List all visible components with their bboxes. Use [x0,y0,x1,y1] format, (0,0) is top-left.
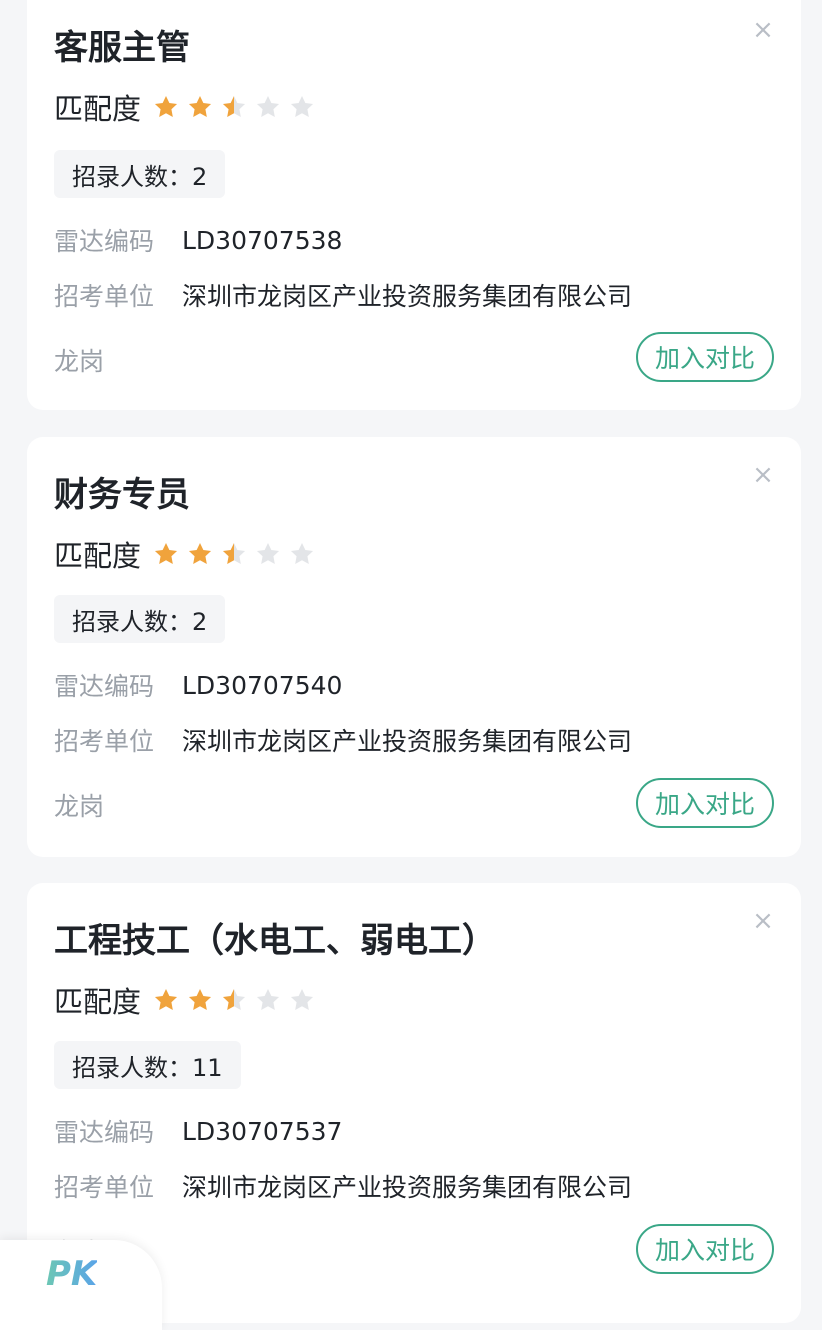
close-icon[interactable]: × [751,17,775,43]
star-icon [154,988,178,1010]
employer-label: 招考单位 [54,1173,155,1202]
job-title: 财务专员 [54,475,190,515]
star-icon [256,988,280,1010]
add-to-compare-button[interactable]: 加入对比 [636,1224,774,1274]
job-card[interactable]: × 财务专员 匹配度 招录人数：2 雷达编码 LD30707540 招考单位 深… [27,437,801,857]
radar-code-value: LD30707540 [182,670,343,700]
match-label: 匹配度 [54,92,142,126]
radar-code-row: 雷达编码 LD30707537 [54,1113,342,1149]
radar-code-row: 雷达编码 LD30707538 [54,222,342,258]
employer-label: 招考单位 [54,727,155,756]
star-rating [153,541,315,567]
match-label: 匹配度 [54,985,142,1019]
pk-compare-fab[interactable]: PK [0,1240,162,1330]
star-icon [290,95,314,117]
radar-code-value: LD30707538 [182,225,343,255]
close-icon[interactable]: × [751,908,775,934]
star-icon [188,988,212,1010]
star-icon [154,95,178,117]
star-icon [290,542,314,564]
star-icon [154,542,178,564]
radar-code-value: LD30707537 [182,1116,343,1146]
radar-code-row: 雷达编码 LD30707540 [54,667,342,703]
match-label: 匹配度 [54,539,142,573]
job-title: 工程技工（水电工、弱电工） [54,921,496,961]
match-rating: 匹配度 [54,86,315,128]
headcount-chip: 招录人数：11 [54,1041,241,1089]
employer-label: 招考单位 [54,282,155,311]
radar-code-label: 雷达编码 [54,1118,155,1147]
radar-code-label: 雷达编码 [54,672,155,701]
match-rating: 匹配度 [54,533,315,575]
star-icon [188,542,212,564]
employer-row: 招考单位 深圳市龙岗区产业投资服务集团有限公司 [54,277,632,313]
radar-code-label: 雷达编码 [54,227,155,256]
match-rating: 匹配度 [54,979,315,1021]
employer-value: 深圳市龙岗区产业投资服务集团有限公司 [182,1173,633,1202]
star-icon [222,542,246,564]
star-rating [153,987,315,1013]
job-title: 客服主管 [54,28,190,68]
add-to-compare-button[interactable]: 加入对比 [636,778,774,828]
pk-label: PK [46,1254,98,1294]
star-icon [290,988,314,1010]
star-icon [256,542,280,564]
close-icon[interactable]: × [751,462,775,488]
headcount-chip: 招录人数：2 [54,595,226,643]
star-icon [222,988,246,1010]
employer-value: 深圳市龙岗区产业投资服务集团有限公司 [182,727,633,756]
employer-row: 招考单位 深圳市龙岗区产业投资服务集团有限公司 [54,1168,632,1204]
location-text: 龙岗 [54,347,105,376]
employer-row: 招考单位 深圳市龙岗区产业投资服务集团有限公司 [54,722,632,758]
add-to-compare-button[interactable]: 加入对比 [636,332,774,382]
job-card[interactable]: × 客服主管 匹配度 招录人数：2 雷达编码 LD30707538 招考单位 深… [27,0,801,410]
star-rating [153,94,315,120]
star-icon [188,95,212,117]
employer-value: 深圳市龙岗区产业投资服务集团有限公司 [182,282,633,311]
location-text: 龙岗 [54,792,105,821]
star-icon [256,95,280,117]
star-icon [222,95,246,117]
headcount-chip: 招录人数：2 [54,150,226,198]
